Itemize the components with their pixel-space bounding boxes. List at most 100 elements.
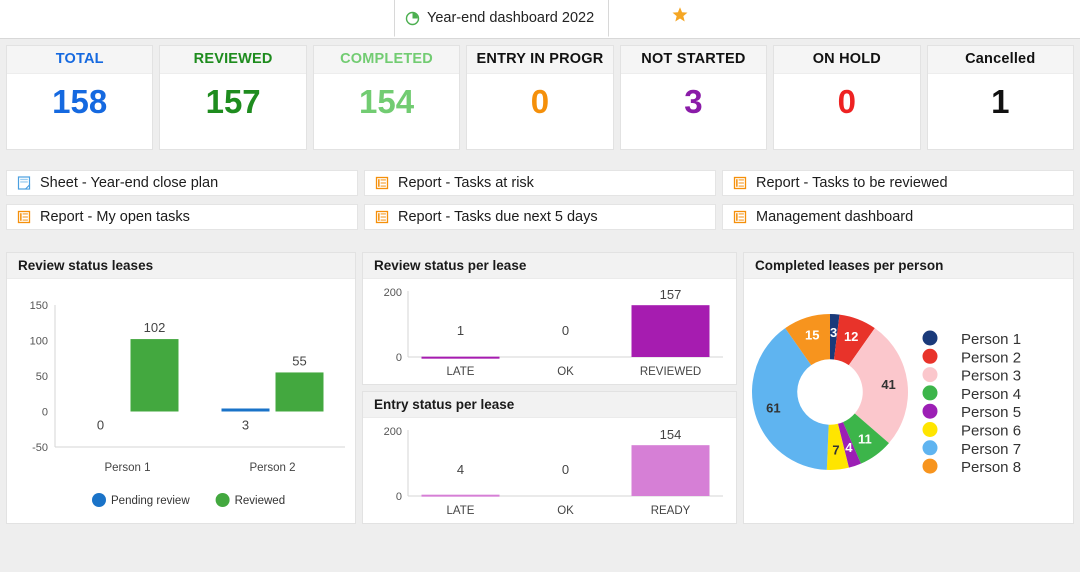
kpi-label: ENTRY IN PROGR <box>467 46 613 74</box>
svg-text:200: 200 <box>384 426 402 438</box>
svg-text:0: 0 <box>396 352 402 364</box>
kpi-card-on-hold[interactable]: ON HOLD 0 <box>773 45 921 150</box>
kpi-label: REVIEWED <box>160 46 306 74</box>
shortcut-column-1: Sheet - Year-end close plan Report - My … <box>6 170 358 234</box>
panel-title: Review status per lease <box>363 253 736 279</box>
kpi-label: Cancelled <box>927 46 1073 74</box>
legend-swatch <box>922 348 938 364</box>
chart-entry-status-per-lease[interactable]: 200 0 4 LATE 0 OK 154 READY <box>363 418 736 524</box>
kpi-value: 157 <box>205 83 261 120</box>
link-management-dashboard[interactable]: Management dashboard <box>722 204 1074 230</box>
svg-text:Person 7: Person 7 <box>961 441 1021 458</box>
link-report-tasks-to-be-reviewed[interactable]: Report - Tasks to be reviewed <box>722 170 1074 196</box>
svg-text:LATE: LATE <box>447 505 475 517</box>
kpi-card-cancelled[interactable]: Cancelled 1 <box>926 45 1074 150</box>
chart-review-status-per-lease[interactable]: 200 0 1 LATE 0 OK 157 REVIEWED <box>363 279 736 385</box>
kpi-label: COMPLETED <box>313 46 460 74</box>
report-icon <box>733 176 747 190</box>
svg-text:OK: OK <box>557 505 574 517</box>
kpi-card-reviewed[interactable]: REVIEWED 157 <box>159 45 307 150</box>
bar <box>275 372 324 412</box>
kpi-card-total[interactable]: TOTAL 158 <box>6 45 154 150</box>
bar <box>221 408 270 412</box>
kpi-value: 0 <box>837 83 856 120</box>
chart-column-left: Review status leases 150 100 50 0 -50 0 102 Per… <box>6 252 356 524</box>
svg-text:LATE: LATE <box>447 366 475 378</box>
kpi-card-not-started[interactable]: NOT STARTED 3 <box>619 45 768 150</box>
kpi-value: 154 <box>359 83 415 120</box>
tab-year-end-dashboard[interactable]: Year-end dashboard 2022 <box>394 0 610 37</box>
link-label: Management dashboard <box>756 209 914 225</box>
panel-title: Review status leases <box>7 253 355 279</box>
legend-swatch <box>922 367 938 383</box>
dashboard-page: TOTAL 158 REVIEWED 157 COMPLETED 154 ENT… <box>0 39 1080 572</box>
svg-text:4: 4 <box>845 440 853 455</box>
kpi-card-completed[interactable]: COMPLETED 154 <box>312 45 461 150</box>
sheet-icon <box>17 176 31 190</box>
svg-text:154: 154 <box>660 427 682 442</box>
link-sheet-year-end-close-plan[interactable]: Sheet - Year-end close plan <box>6 170 358 196</box>
kpi-label: TOTAL <box>7 46 153 74</box>
svg-text:Reviewed: Reviewed <box>235 495 286 507</box>
legend-swatch <box>922 330 938 346</box>
bar <box>130 339 179 412</box>
link-report-my-open-tasks[interactable]: Report - My open tasks <box>6 204 358 230</box>
report-icon <box>733 210 747 224</box>
svg-text:3: 3 <box>242 418 249 433</box>
link-report-tasks-due-next-5-days[interactable]: Report - Tasks due next 5 days <box>364 204 716 230</box>
link-label: Sheet - Year-end close plan <box>40 175 219 191</box>
legend-swatch <box>922 440 938 456</box>
shortcut-column-3: Report - Tasks to be reviewed Management… <box>722 170 1074 234</box>
report-icon <box>375 176 389 190</box>
legend-swatch <box>922 422 938 437</box>
svg-text:1: 1 <box>457 323 464 338</box>
kpi-value: 3 <box>684 83 703 120</box>
bar <box>421 494 500 497</box>
legend-swatch <box>922 458 938 474</box>
panel-body: 3 12 41 11 4 7 61 15 Person 1 Person 2 Person 3 Per… <box>744 279 1073 523</box>
svg-text:157: 157 <box>660 287 682 302</box>
pie-chart-icon <box>405 11 420 25</box>
kpi-label: ON HOLD <box>774 46 920 74</box>
star-icon[interactable] <box>671 6 689 24</box>
chart-column-middle: Review status per lease 200 0 1 LATE 0 OK 157 R… <box>362 252 737 524</box>
legend-swatch <box>922 385 938 401</box>
kpi-value: 1 <box>991 83 1010 120</box>
svg-text:100: 100 <box>30 336 48 348</box>
panel-review-status-leases: Review status leases 150 100 50 0 -50 0 102 Per… <box>6 252 356 524</box>
panel-body: 200 0 4 LATE 0 OK 154 READY <box>363 418 736 524</box>
kpi-card-entry-in-progress[interactable]: ENTRY IN PROGR 0 <box>466 45 614 150</box>
svg-text:50: 50 <box>36 371 48 383</box>
svg-text:7: 7 <box>832 443 839 458</box>
svg-text:-50: -50 <box>32 442 48 454</box>
chart-completed-leases-per-person[interactable]: 3 124111476115 Person 1Person 2Person 3Per… <box>744 279 1070 522</box>
tab-bar: Year-end dashboard 2022 <box>0 0 1080 39</box>
bar <box>631 445 710 496</box>
svg-text:Person 5: Person 5 <box>961 404 1021 421</box>
svg-text:Person 6: Person 6 <box>961 423 1021 440</box>
svg-text:4: 4 <box>457 462 464 477</box>
svg-text:READY: READY <box>651 505 691 517</box>
svg-text:Person 1: Person 1 <box>104 462 150 474</box>
svg-text:55: 55 <box>292 353 306 368</box>
bar <box>421 356 500 359</box>
svg-text:11: 11 <box>858 432 872 447</box>
svg-text:REVIEWED: REVIEWED <box>640 366 701 378</box>
kpi-value: 0 <box>530 83 550 120</box>
panel-body: 150 100 50 0 -50 0 102 Person 1 3 55 Person 2 Pendi… <box>7 279 355 523</box>
svg-text:12: 12 <box>844 329 858 344</box>
svg-text:15: 15 <box>805 328 819 343</box>
legend-swatch <box>922 403 938 419</box>
svg-text:OK: OK <box>557 366 574 378</box>
svg-text:0: 0 <box>396 491 402 503</box>
link-report-tasks-at-risk[interactable]: Report - Tasks at risk <box>364 170 716 196</box>
svg-text:41: 41 <box>881 377 895 392</box>
panel-body: 200 0 1 LATE 0 OK 157 REVIEWED <box>363 279 736 385</box>
svg-text:Person 3: Person 3 <box>961 368 1021 385</box>
svg-text:150: 150 <box>30 300 48 312</box>
chart-review-status-leases[interactable]: 150 100 50 0 -50 0 102 Person 1 3 55 Person 2 Pendi… <box>7 279 355 522</box>
charts-row: Review status leases 150 100 50 0 -50 0 102 Per… <box>6 252 1074 524</box>
svg-text:200: 200 <box>384 287 402 299</box>
report-icon <box>17 210 31 224</box>
kpi-value: 158 <box>52 83 108 120</box>
